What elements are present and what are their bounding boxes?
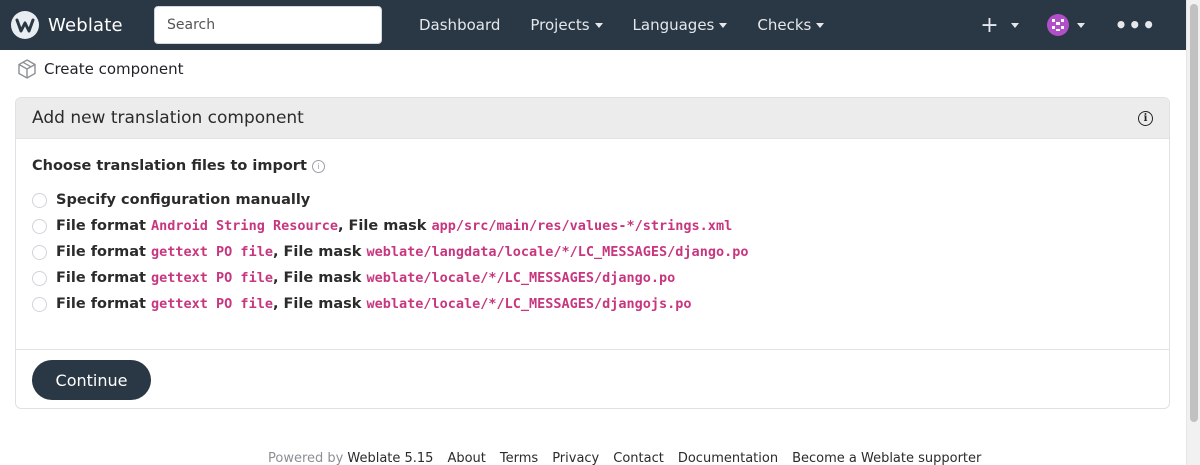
continue-button[interactable]: Continue bbox=[32, 360, 151, 400]
nav-right: + ••• bbox=[980, 0, 1186, 50]
file-format-value: gettext PO file bbox=[151, 244, 273, 260]
option-label: File format Android String Resource, Fil… bbox=[56, 218, 732, 234]
chevron-down-icon bbox=[594, 22, 603, 28]
radio-button[interactable] bbox=[32, 218, 47, 234]
option-djangojs[interactable]: File format gettext PO file, File mask w… bbox=[32, 291, 1153, 317]
nav-dashboard[interactable]: Dashboard bbox=[404, 16, 515, 34]
file-format-label: File format bbox=[56, 244, 152, 260]
powered-by-text: Powered by bbox=[268, 451, 344, 465]
footer-privacy-link[interactable]: Privacy bbox=[552, 451, 599, 465]
help-icon[interactable]: i bbox=[311, 159, 325, 173]
file-format-value: Android String Resource bbox=[151, 218, 338, 234]
file-format-value: gettext PO file bbox=[151, 270, 273, 286]
add-component-card: Add new translation component i Choose t… bbox=[15, 97, 1170, 409]
file-mask-value: weblate/locale/*/LC_MESSAGES/django.po bbox=[366, 270, 676, 286]
radio-button[interactable] bbox=[32, 244, 47, 260]
option-langdata-django[interactable]: File format gettext PO file, File mask w… bbox=[32, 239, 1153, 265]
file-format-value: gettext PO file bbox=[151, 296, 273, 312]
nav-projects[interactable]: Projects bbox=[515, 16, 617, 34]
card-body: Choose translation files to import i Spe… bbox=[16, 139, 1169, 350]
radio-button[interactable] bbox=[32, 296, 47, 312]
option-manual[interactable]: Specify configuration manually bbox=[32, 187, 1153, 213]
more-menu-icon[interactable]: ••• bbox=[1115, 13, 1156, 37]
scrollbar-thumb[interactable] bbox=[1190, 4, 1198, 422]
option-label: File format gettext PO file, File mask w… bbox=[56, 296, 692, 312]
page-footer: Powered by Weblate 5.15 About Terms Priv… bbox=[268, 451, 995, 465]
nav-languages-label: Languages bbox=[632, 16, 715, 34]
nav-checks-label: Checks bbox=[757, 16, 812, 34]
component-cube-icon bbox=[18, 59, 36, 79]
file-mask-value: app/src/main/res/values-*/strings.xml bbox=[431, 218, 733, 234]
nav-dashboard-label: Dashboard bbox=[419, 16, 501, 34]
option-django[interactable]: File format gettext PO file, File mask w… bbox=[32, 265, 1153, 291]
chevron-down-icon bbox=[1010, 22, 1019, 28]
option-label: Specify configuration manually bbox=[56, 192, 311, 208]
user-menu-button[interactable] bbox=[1046, 14, 1085, 36]
radio-button[interactable] bbox=[32, 192, 47, 208]
file-format-label: File format bbox=[56, 296, 152, 312]
breadcrumb: Create component bbox=[16, 58, 183, 80]
file-mask-label: , File mask bbox=[272, 296, 367, 312]
file-mask-label: , File mask bbox=[272, 270, 367, 286]
card-header: Add new translation component i bbox=[16, 98, 1169, 139]
nav-projects-label: Projects bbox=[530, 16, 590, 34]
footer-documentation-link[interactable]: Documentation bbox=[678, 451, 778, 465]
option-label: File format gettext PO file, File mask w… bbox=[56, 244, 748, 260]
file-format-label: File format bbox=[56, 270, 152, 286]
footer-contact-link[interactable]: Contact bbox=[613, 451, 664, 465]
weblate-logo-icon bbox=[11, 11, 39, 39]
nav-languages[interactable]: Languages bbox=[618, 16, 743, 34]
nav-checks[interactable]: Checks bbox=[742, 16, 839, 34]
chevron-down-icon bbox=[816, 22, 825, 28]
footer-about-link[interactable]: About bbox=[447, 451, 485, 465]
card-title: Add new translation component bbox=[32, 108, 304, 128]
footer-supporter-link[interactable]: Become a Weblate supporter bbox=[792, 451, 981, 465]
option-android[interactable]: File format Android String Resource, Fil… bbox=[32, 213, 1153, 239]
page-title: Create component bbox=[44, 60, 184, 78]
footer-terms-link[interactable]: Terms bbox=[500, 451, 538, 465]
file-mask-value: weblate/langdata/locale/*/LC_MESSAGES/dj… bbox=[366, 244, 749, 260]
file-mask-label: , File mask bbox=[272, 244, 367, 260]
avatar bbox=[1046, 14, 1069, 36]
main-nav: Dashboard Projects Languages Checks bbox=[404, 16, 839, 34]
search-input[interactable] bbox=[154, 6, 382, 44]
import-files-legend: Choose translation files to import i bbox=[32, 158, 1153, 174]
option-label: File format gettext PO file, File mask w… bbox=[56, 270, 675, 286]
plus-icon: + bbox=[980, 12, 999, 38]
radio-button[interactable] bbox=[32, 270, 47, 286]
discovery-options: Specify configuration manually File form… bbox=[32, 187, 1153, 317]
file-mask-label: , File mask bbox=[337, 218, 432, 234]
chevron-down-icon bbox=[719, 22, 728, 28]
file-format-label: File format bbox=[56, 218, 152, 234]
page-scrollbar[interactable] bbox=[1186, 0, 1200, 465]
card-footer: Continue bbox=[16, 350, 1169, 408]
top-navbar: Weblate Dashboard Projects Languages Che… bbox=[0, 0, 1186, 50]
footer-version-link[interactable]: Weblate 5.15 bbox=[347, 451, 433, 465]
legend-label: Choose translation files to import bbox=[32, 158, 307, 174]
brand-link[interactable]: Weblate bbox=[11, 11, 141, 39]
file-mask-value: weblate/locale/*/LC_MESSAGES/djangojs.po bbox=[366, 296, 692, 312]
add-menu-button[interactable]: + bbox=[980, 12, 1019, 38]
chevron-down-icon bbox=[1076, 22, 1085, 28]
brand-name: Weblate bbox=[48, 14, 123, 36]
info-icon[interactable]: i bbox=[1138, 110, 1153, 126]
